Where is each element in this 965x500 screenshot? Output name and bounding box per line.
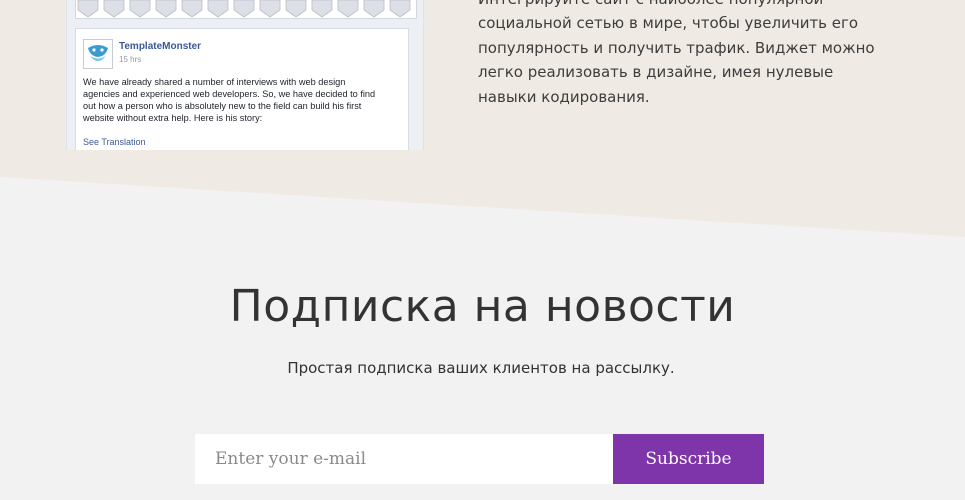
fan-avatar-icon[interactable]: [363, 0, 385, 18]
post-text-line: We have already shared a number of inter…: [83, 77, 346, 87]
post-text-line: agencies and experienced web developers.…: [83, 89, 376, 99]
newsletter-subtitle: Простая подписка ваших клиентов на рассы…: [287, 359, 675, 377]
post-timestamp[interactable]: 15 hrs: [119, 55, 141, 64]
fan-avatar-icon[interactable]: [103, 0, 125, 18]
description-line: социальной сетью в мире, чтобы увеличить…: [478, 14, 859, 33]
fan-avatars-strip: [75, 0, 417, 19]
fan-avatar-icon[interactable]: [259, 0, 281, 18]
subscribe-button[interactable]: Subscribe: [613, 434, 764, 484]
templatemonster-logo-icon[interactable]: [83, 39, 113, 69]
fan-avatar-icon[interactable]: [285, 0, 307, 18]
fan-avatar-icon[interactable]: [389, 0, 411, 18]
post-text: We have already shared a number of inter…: [83, 76, 403, 124]
fan-avatar-icon[interactable]: [337, 0, 359, 18]
description-line: легко реализовать в дизайне, имея нулевы…: [478, 63, 834, 82]
post-text-line: out how a person who is absolutely new t…: [83, 101, 362, 111]
description-line: Интегрируйте сайт с наиболее популярной: [478, 0, 878, 11]
email-input[interactable]: [195, 434, 613, 484]
description-line: навыки кодирования.: [478, 87, 650, 106]
newsletter-title: Подписка на новости: [229, 281, 736, 332]
fan-avatar-icon[interactable]: [155, 0, 177, 18]
fan-avatar-icon[interactable]: [77, 0, 99, 18]
fan-avatar-icon[interactable]: [233, 0, 255, 18]
post-text-line: website without extra help. Here is his …: [83, 113, 263, 123]
fan-avatar-icon[interactable]: [129, 0, 151, 18]
widget-description: Интегрируйте сайт с наиболее популярной …: [478, 0, 878, 109]
fan-avatar-icon[interactable]: [311, 0, 333, 18]
facebook-page-widget: TemplateMonster 15 hrs We have already s…: [66, 0, 424, 150]
fan-avatar-icon[interactable]: [181, 0, 203, 18]
description-line: популярность и получить трафик. Виджет м…: [478, 38, 875, 57]
see-translation-link[interactable]: See Translation: [83, 137, 146, 147]
fan-avatar-icon[interactable]: [207, 0, 229, 18]
page-name-link[interactable]: TemplateMonster: [119, 41, 201, 52]
facebook-post: TemplateMonster 15 hrs We have already s…: [75, 28, 409, 150]
